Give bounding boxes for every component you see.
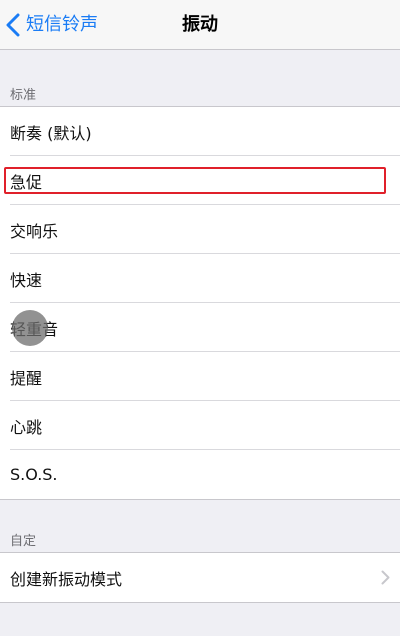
list-item-staccato[interactable]: 断奏 (默认)	[0, 107, 400, 156]
list-item-label: 交响乐	[10, 221, 59, 241]
back-button-label: 短信铃声	[26, 14, 98, 35]
list-item-alert[interactable]: 提醒	[0, 352, 400, 401]
chevron-right-icon	[381, 553, 390, 602]
create-new-vibration-label: 创建新振动模式	[10, 569, 123, 589]
highlight-box	[4, 167, 386, 194]
list-item-heartbeat[interactable]: 心跳	[0, 401, 400, 450]
list-item-label: 断奏 (默认)	[10, 123, 92, 143]
back-button[interactable]: 短信铃声	[0, 0, 98, 50]
list-item-label: 急促	[10, 172, 43, 192]
list-item-label: 心跳	[10, 417, 43, 437]
list-item-sos[interactable]: S.O.S.	[0, 450, 400, 499]
chevron-left-icon	[2, 10, 24, 40]
section-header-custom: 自定	[10, 534, 37, 549]
list-item-rapid[interactable]: 急促	[0, 156, 400, 205]
list-item-label: 提醒	[10, 368, 43, 388]
custom-vibrations-list: 创建新振动模式	[0, 552, 400, 603]
section-header-standard: 标准	[10, 88, 37, 103]
standard-vibrations-list: 断奏 (默认) 急促 交响乐 快速 轻重音 提醒 心跳 S.O.S.	[0, 106, 400, 500]
list-item-accent[interactable]: 轻重音	[0, 303, 400, 352]
list-item-label: 快速	[10, 270, 43, 290]
list-item-symphony[interactable]: 交响乐	[0, 205, 400, 254]
list-item-label: 轻重音	[10, 319, 59, 339]
list-item-label: S.O.S.	[10, 465, 58, 484]
list-item-quick[interactable]: 快速	[0, 254, 400, 303]
create-new-vibration-button[interactable]: 创建新振动模式	[0, 553, 400, 602]
navigation-bar: 短信铃声 振动	[0, 0, 400, 50]
